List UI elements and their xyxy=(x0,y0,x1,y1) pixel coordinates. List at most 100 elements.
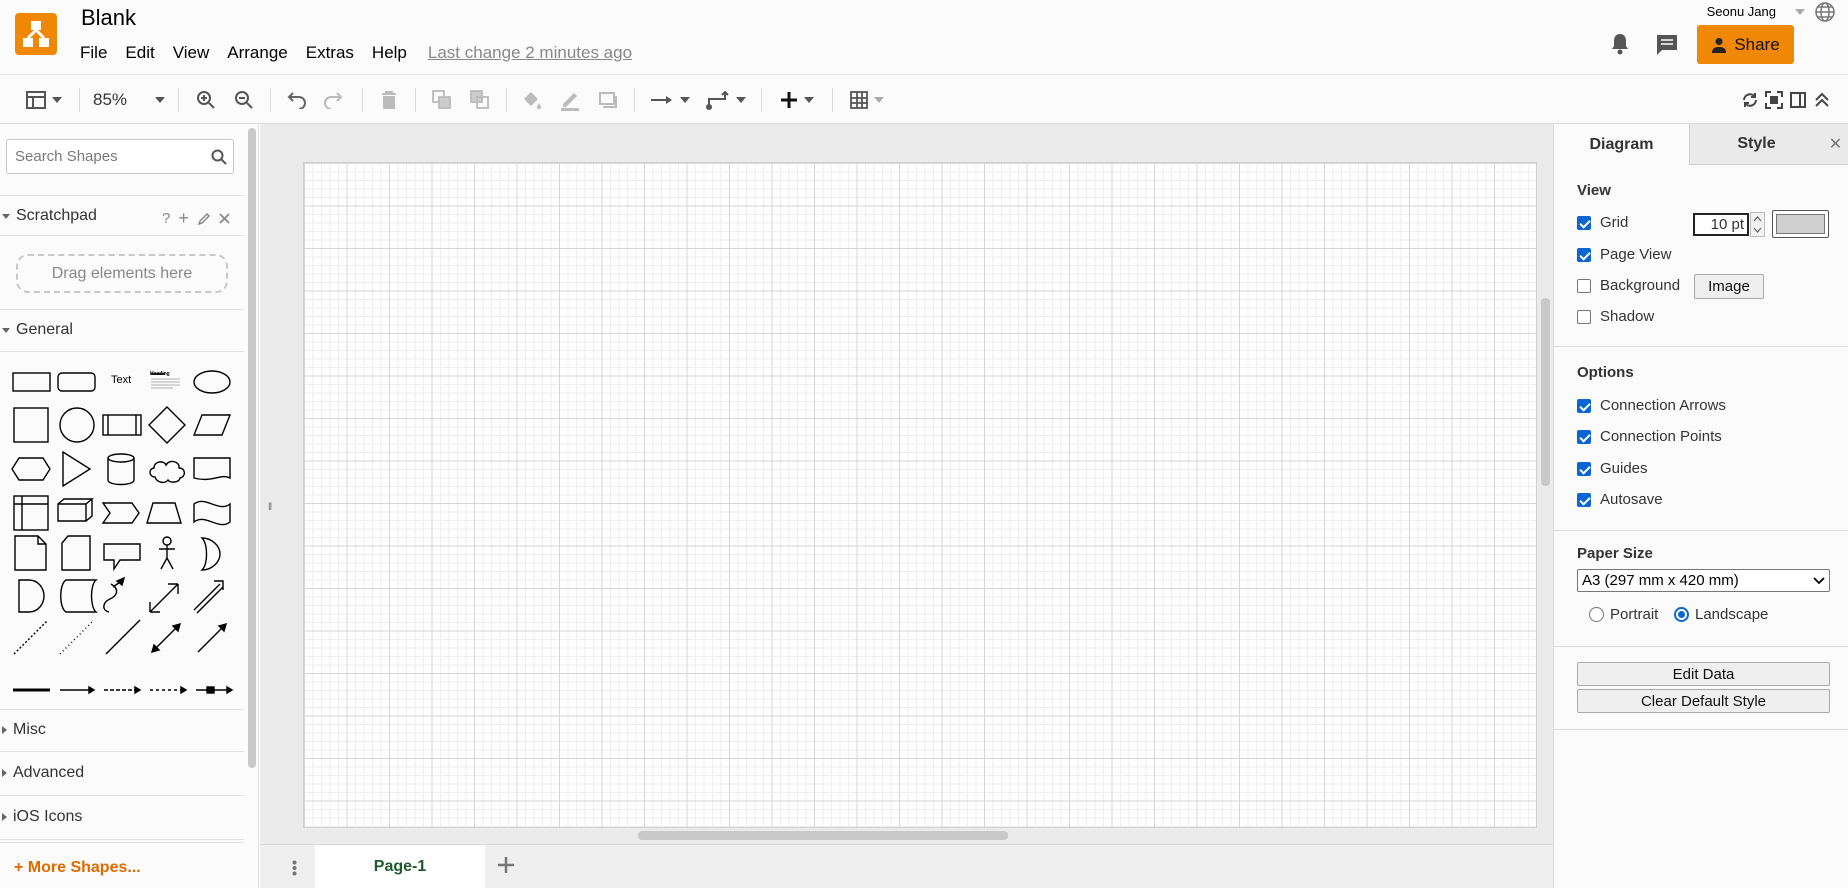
close-panel-icon[interactable]: ✕ xyxy=(1823,124,1848,165)
page-menu-icon[interactable] xyxy=(292,860,297,876)
shape-dotted-line[interactable] xyxy=(59,619,95,655)
guides-checkbox[interactable]: Guides xyxy=(1577,460,1648,477)
ios-icons-header[interactable]: iOS Icons xyxy=(0,798,244,836)
delete-button[interactable] xyxy=(375,85,403,115)
shape-directional-connector[interactable] xyxy=(197,622,228,653)
shape-connector-4[interactable] xyxy=(196,685,234,695)
clear-default-style-button[interactable]: Clear Default Style xyxy=(1577,689,1830,713)
sidebar-scrollbar[interactable] xyxy=(248,128,256,768)
search-shapes-input[interactable] xyxy=(15,148,205,165)
sidebar-resize-handle[interactable]: ‖ xyxy=(268,502,272,513)
feedback-comment-icon[interactable] xyxy=(1655,33,1679,57)
shape-trapezoid[interactable] xyxy=(146,502,182,524)
connection-arrows-checkbox[interactable]: Connection Arrows xyxy=(1577,397,1726,414)
zoom-select[interactable]: 85% xyxy=(93,85,165,115)
grid-checkbox[interactable]: Grid xyxy=(1577,214,1628,231)
shadow-button[interactable] xyxy=(594,85,622,115)
refresh-button[interactable] xyxy=(1740,85,1760,115)
shape-connector-2[interactable] xyxy=(104,685,142,695)
tab-diagram[interactable]: Diagram xyxy=(1554,124,1689,165)
drawio-logo[interactable] xyxy=(15,13,57,55)
background-image-button[interactable]: Image xyxy=(1694,274,1764,299)
advanced-header[interactable]: Advanced xyxy=(0,754,244,792)
document-title[interactable]: Blank xyxy=(81,5,136,31)
menu-view[interactable]: View xyxy=(173,43,210,63)
shape-square[interactable] xyxy=(13,407,49,443)
shape-diamond[interactable] xyxy=(148,406,186,444)
shape-circle[interactable] xyxy=(59,407,95,443)
shape-cylinder[interactable] xyxy=(107,453,135,486)
search-icon[interactable] xyxy=(211,149,227,165)
shape-document[interactable] xyxy=(193,457,231,481)
to-back-button[interactable] xyxy=(466,85,494,115)
shape-line[interactable] xyxy=(105,619,141,655)
shape-text[interactable]: Text xyxy=(111,374,131,386)
shape-connector-1[interactable] xyxy=(60,685,96,695)
diagram-page[interactable] xyxy=(303,162,1537,828)
shape-bidirectional-arrow[interactable] xyxy=(149,583,179,613)
waypoints-button[interactable] xyxy=(704,85,748,115)
menu-help[interactable]: Help xyxy=(372,43,407,63)
menu-file[interactable]: File xyxy=(80,43,107,63)
connection-style-button[interactable] xyxy=(648,85,692,115)
more-shapes-button[interactable]: + More Shapes... xyxy=(14,859,141,877)
shape-or[interactable] xyxy=(200,537,221,571)
portrait-radio[interactable]: Portrait xyxy=(1589,606,1658,623)
connection-points-checkbox[interactable]: Connection Points xyxy=(1577,428,1722,445)
shape-curve[interactable] xyxy=(103,576,126,613)
globe-icon[interactable] xyxy=(1814,1,1836,23)
collapse-toolbar-button[interactable] xyxy=(1812,85,1832,115)
user-name[interactable]: Seonu Jang xyxy=(1707,4,1776,19)
landscape-radio[interactable]: Landscape xyxy=(1674,606,1768,623)
shape-process[interactable] xyxy=(102,414,142,436)
shape-actor[interactable] xyxy=(159,536,175,570)
menu-edit[interactable]: Edit xyxy=(125,43,154,63)
shape-triangle[interactable] xyxy=(62,450,92,488)
panel-toggle-button[interactable] xyxy=(1788,85,1808,115)
canvas-horizontal-scrollbar[interactable] xyxy=(638,831,1008,840)
zoom-in-button[interactable] xyxy=(192,85,220,115)
shape-delay[interactable] xyxy=(18,579,45,613)
background-checkbox[interactable]: Background xyxy=(1577,277,1680,294)
general-header[interactable]: General xyxy=(0,311,244,349)
edit-data-button[interactable]: Edit Data xyxy=(1577,662,1830,686)
tab-style[interactable]: Style xyxy=(1689,124,1823,165)
undo-button[interactable] xyxy=(282,85,310,115)
misc-header[interactable]: Misc xyxy=(0,711,244,749)
notification-bell-icon[interactable] xyxy=(1609,32,1631,56)
shape-rounded-rectangle[interactable] xyxy=(57,372,96,392)
shape-card[interactable] xyxy=(61,535,91,571)
shape-cloud[interactable] xyxy=(149,460,186,484)
add-page-icon[interactable] xyxy=(497,856,515,874)
shape-data-storage[interactable] xyxy=(60,579,98,613)
shape-parallelogram[interactable] xyxy=(192,414,232,436)
format-panel-toggle-button[interactable] xyxy=(22,85,66,115)
shadow-checkbox[interactable]: Shadow xyxy=(1577,308,1654,325)
scratchpad-edit-icon[interactable] xyxy=(197,212,211,226)
shape-ellipse[interactable] xyxy=(193,370,231,394)
shape-note[interactable] xyxy=(14,535,47,571)
fit-button[interactable] xyxy=(1764,85,1784,115)
grid-color-button[interactable] xyxy=(1772,210,1829,238)
shape-connector-3[interactable] xyxy=(150,685,188,695)
shape-tape[interactable] xyxy=(193,500,231,526)
table-button[interactable] xyxy=(845,85,889,115)
canvas-vertical-scrollbar[interactable] xyxy=(1541,298,1550,486)
paper-size-select[interactable]: A3 (297 mm x 420 mm) xyxy=(1577,569,1830,592)
scratchpad-drop-zone[interactable]: Drag elements here xyxy=(16,254,228,293)
user-caret-icon[interactable] xyxy=(1795,9,1805,15)
shape-cube[interactable] xyxy=(57,498,94,522)
shape-internal-storage[interactable] xyxy=(13,495,49,531)
search-shapes-field[interactable] xyxy=(6,139,234,174)
shape-rectangle[interactable] xyxy=(12,372,51,392)
shape-step[interactable] xyxy=(101,502,140,524)
shape-callout[interactable] xyxy=(103,543,141,572)
zoom-out-button[interactable] xyxy=(230,85,258,115)
shape-dashed-line[interactable] xyxy=(13,619,49,655)
menu-arrange[interactable]: Arrange xyxy=(227,43,287,63)
grid-size-stepper[interactable] xyxy=(1750,212,1765,237)
shape-hexagon[interactable] xyxy=(11,457,51,481)
last-change-link[interactable]: Last change 2 minutes ago xyxy=(428,43,632,63)
shape-bidirectional-connector[interactable] xyxy=(150,622,182,654)
scratchpad-close-icon[interactable] xyxy=(219,213,230,224)
